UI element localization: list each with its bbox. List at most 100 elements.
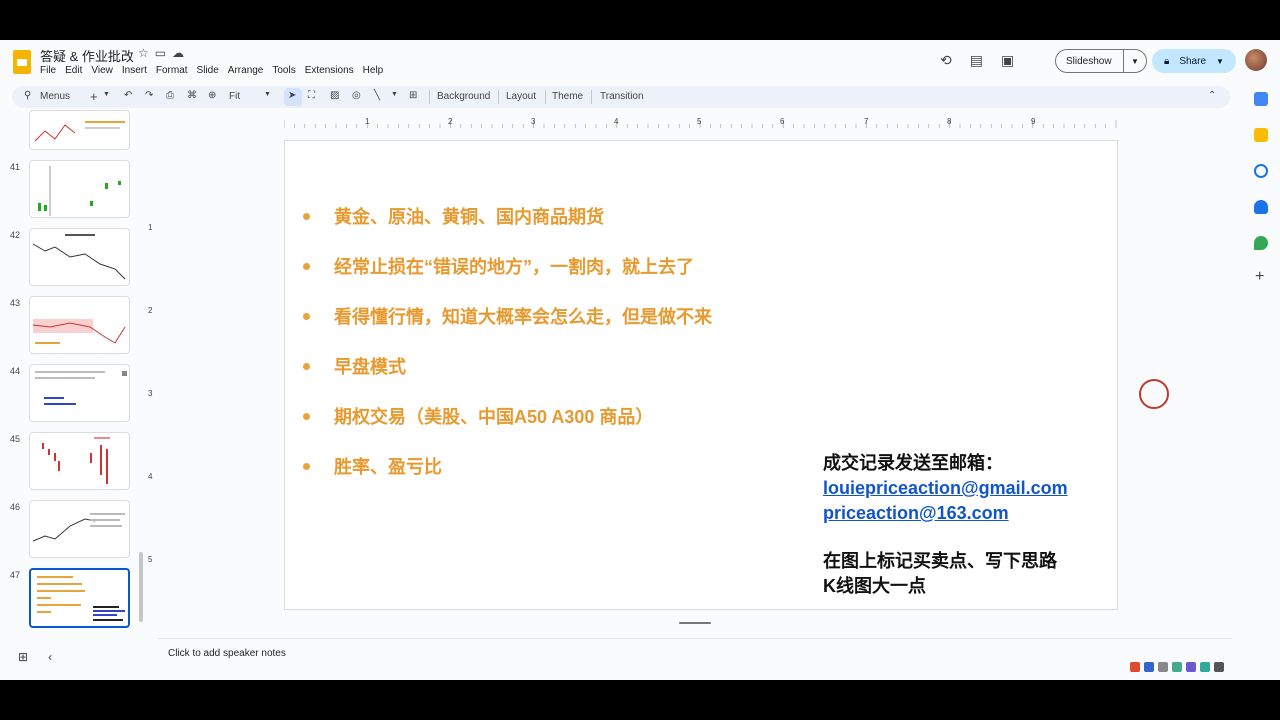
bullet-item[interactable]: 胜率、盈亏比 — [303, 453, 442, 479]
cloud-icon[interactable]: ☁ — [172, 46, 190, 60]
chevron-down-icon[interactable]: ▼ — [1124, 57, 1139, 66]
undo-icon[interactable]: ↶ — [124, 90, 132, 101]
slide-thumbnail[interactable] — [29, 364, 130, 422]
instruction-text: 在图上标记买卖点、写下思路 — [823, 551, 1057, 571]
tray-icon[interactable] — [1214, 662, 1224, 672]
ruler-label: 2 — [448, 117, 453, 126]
share-button[interactable]: 🔒︎ Share ▼ — [1152, 49, 1236, 73]
tray-icon[interactable] — [1186, 662, 1196, 672]
meet-icon[interactable]: ▣ — [1001, 52, 1014, 69]
image-icon[interactable]: ▨ — [330, 90, 339, 101]
folder-icon[interactable]: ▭ — [155, 46, 172, 60]
menu-slide[interactable]: Slide — [197, 65, 219, 76]
keyboard-icon[interactable] — [1172, 662, 1182, 672]
ime-icon[interactable] — [1130, 662, 1140, 672]
thumbnail-chart — [34, 121, 125, 142]
filmstrip-scrollbar[interactable] — [139, 552, 143, 622]
slides-logo-icon[interactable] — [13, 50, 31, 74]
email-link[interactable]: priceaction@163.com — [823, 501, 1068, 526]
speaker-notes[interactable]: Click to add speaker notes — [158, 638, 1232, 670]
calendar-icon[interactable] — [1254, 92, 1268, 106]
slideshow-label[interactable]: Slideshow — [1056, 50, 1124, 72]
print-icon[interactable]: ⎙ — [166, 90, 174, 101]
bullet-item[interactable]: 早盘模式 — [303, 353, 406, 379]
menu-format[interactable]: Format — [156, 65, 188, 76]
add-icon[interactable]: + — [90, 89, 98, 104]
menu-edit[interactable]: Edit — [65, 65, 82, 76]
menu-help[interactable]: Help — [363, 65, 384, 76]
ruler-label: 9 — [1031, 117, 1036, 126]
bullet-item[interactable]: 期权交易（美股、中国A50 A300 商品） — [303, 403, 653, 429]
bullet-dot — [303, 412, 310, 420]
shape-icon[interactable]: ◎ — [352, 90, 361, 101]
transition-button[interactable]: Transition — [600, 91, 644, 102]
notes-resize-handle[interactable] — [679, 622, 711, 624]
menu-view[interactable]: View — [91, 65, 113, 76]
chevron-down-icon[interactable]: ▼ — [1216, 57, 1224, 66]
comment-add-icon[interactable]: ⊞ — [409, 90, 417, 101]
slide-thumbnail[interactable] — [29, 228, 130, 286]
line-icon[interactable]: ╲ — [374, 90, 380, 101]
avatar[interactable] — [1245, 49, 1267, 71]
chevron-down-icon[interactable]: ▼ — [391, 91, 398, 98]
contact-textbox[interactable]: 成交记录发送至邮箱： louiepriceaction@gmail.com pr… — [823, 451, 1068, 599]
vertical-ruler[interactable]: 1 2 3 4 5 — [146, 140, 156, 610]
toolbar-divider — [591, 90, 592, 104]
star-icon[interactable]: ☆ — [138, 46, 155, 60]
tray-icon[interactable] — [1200, 662, 1210, 672]
chevron-down-icon[interactable]: ▼ — [264, 91, 271, 98]
chevron-down-icon[interactable]: ▼ — [103, 91, 110, 98]
history-icon[interactable]: ⟲ — [940, 52, 952, 69]
bullet-text: 经常止损在“错误的地方”，一割肉，就上去了 — [334, 257, 694, 277]
bullet-item[interactable]: 经常止损在“错误的地方”，一割肉，就上去了 — [303, 253, 694, 279]
keep-icon[interactable] — [1254, 128, 1268, 142]
system-tray — [1130, 662, 1224, 672]
zoom-select[interactable]: Fit — [229, 91, 240, 102]
zoom-icon[interactable]: ⊕ — [208, 90, 216, 101]
ruler-label: 2 — [148, 306, 153, 315]
layout-button[interactable]: Layout — [506, 91, 536, 102]
slide-number: 44 — [10, 366, 21, 376]
slide-thumbnail[interactable] — [29, 160, 130, 218]
search-icon[interactable]: ⚲ — [24, 90, 31, 101]
maps-icon[interactable] — [1254, 236, 1268, 250]
mic-icon[interactable] — [1158, 662, 1168, 672]
slide-thumbnail[interactable] — [29, 296, 130, 354]
comment-icon[interactable]: ▤ — [970, 52, 983, 69]
contacts-icon[interactable] — [1254, 200, 1268, 214]
tasks-icon[interactable] — [1254, 164, 1268, 178]
bullet-item[interactable]: 看得懂行情，知道大概率会怎么走，但是做不来 — [303, 303, 712, 329]
menu-tools[interactable]: Tools — [272, 65, 295, 76]
grid-view-icon[interactable]: ⊞ — [18, 650, 28, 664]
menu-arrange[interactable]: Arrange — [228, 65, 264, 76]
collapse-filmstrip-icon[interactable]: ‹ — [48, 650, 52, 664]
select-cursor-icon[interactable]: ➤ — [288, 90, 296, 101]
slide-thumbnail[interactable] — [29, 110, 130, 150]
bullet-text: 黄金、原油、黄铜、国内商品期货 — [334, 207, 604, 227]
slide-thumbnail[interactable] — [29, 432, 130, 490]
background-button[interactable]: Background — [437, 91, 490, 102]
theme-button[interactable]: Theme — [552, 91, 583, 102]
email-link[interactable]: louiepriceaction@gmail.com — [823, 476, 1068, 501]
ruler-label: 5 — [148, 555, 153, 564]
collapse-toolbar-icon[interactable]: ⌃ — [1208, 90, 1216, 101]
redo-icon[interactable]: ↷ — [145, 90, 153, 101]
slide-thumbnail-selected[interactable] — [29, 568, 130, 628]
bullet-dot — [303, 462, 310, 470]
language-icon[interactable] — [1144, 662, 1154, 672]
menus-search[interactable]: Menus — [40, 91, 70, 102]
app-window: 答疑 & 作业批改 ☆▭☁ File Edit View Insert Form… — [0, 40, 1280, 680]
menu-extensions[interactable]: Extensions — [305, 65, 354, 76]
bullet-dot — [303, 362, 310, 370]
toolbar-divider — [545, 90, 546, 104]
document-title[interactable]: 答疑 & 作业批改 — [40, 46, 134, 65]
paint-format-icon[interactable]: ⌘ — [187, 90, 197, 101]
slide-canvas[interactable]: 黄金、原油、黄铜、国内商品期货 经常止损在“错误的地方”，一割肉，就上去了 看得… — [284, 140, 1118, 610]
add-addon-icon[interactable]: + — [1255, 268, 1264, 286]
menu-insert[interactable]: Insert — [122, 65, 147, 76]
slideshow-button[interactable]: Slideshow ▼ — [1055, 49, 1147, 73]
bullet-item[interactable]: 黄金、原油、黄铜、国内商品期货 — [303, 203, 604, 229]
slide-thumbnail[interactable] — [29, 500, 130, 558]
menu-file[interactable]: File — [40, 65, 56, 76]
frame-select-icon[interactable]: ⛶ — [308, 90, 315, 101]
